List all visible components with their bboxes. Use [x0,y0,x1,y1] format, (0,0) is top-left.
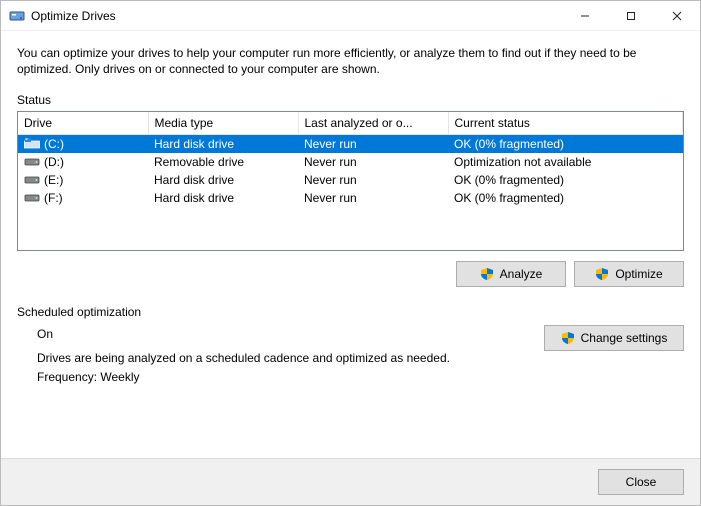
change-settings-button[interactable]: Change settings [544,325,684,351]
content-area: You can optimize your drives to help you… [1,31,700,458]
close-window-button[interactable] [654,1,700,31]
drive-status: Optimization not available [448,153,683,171]
drive-status: OK (0% fragmented) [448,189,683,207]
drive-status: OK (0% fragmented) [448,171,683,189]
minimize-button[interactable] [562,1,608,31]
table-row[interactable]: (C:) Hard disk driveNever runOK (0% fragm… [18,135,683,154]
drive-last-analyzed: Never run [298,153,448,171]
drive-media: Hard disk drive [148,171,298,189]
table-row[interactable]: (D:) Removable driveNever runOptimization… [18,153,683,171]
drive-name: (D:) [44,155,64,169]
app-drive-icon [9,8,25,24]
drive-last-analyzed: Never run [298,171,448,189]
shield-icon [480,267,494,281]
drive-last-analyzed: Never run [298,135,448,154]
shield-icon [595,267,609,281]
optimize-button-label: Optimize [615,267,662,281]
scheduled-optimization-label: Scheduled optimization [17,305,684,319]
schedule-description: Drives are being analyzed on a scheduled… [37,349,528,368]
schedule-frequency: Frequency: Weekly [37,368,528,387]
drive-name: (E:) [44,173,63,187]
optimize-button[interactable]: Optimize [574,261,684,287]
status-label: Status [17,93,684,107]
description-text: You can optimize your drives to help you… [17,45,684,77]
schedule-state: On [37,325,528,344]
column-header-last[interactable]: Last analyzed or o... [298,112,448,135]
column-header-status[interactable]: Current status [448,112,683,135]
shield-icon [561,331,575,345]
footer-bar: Close [1,458,700,505]
drive-last-analyzed: Never run [298,189,448,207]
drive-name: (F:) [44,191,63,205]
analyze-optimize-row: Analyze Optimize [17,261,684,287]
drive-name: (C:) [44,137,64,151]
drive-media: Removable drive [148,153,298,171]
analyze-button[interactable]: Analyze [456,261,566,287]
drive-icon [24,156,40,168]
titlebar: Optimize Drives [1,1,700,31]
drives-table-container: Drive Media type Last analyzed or o... C… [17,111,684,251]
drive-icon [24,174,40,186]
close-button-label: Close [626,475,657,489]
drive-status: OK (0% fragmented) [448,135,683,154]
drive-icon [24,138,40,150]
close-button[interactable]: Close [598,469,684,495]
drives-table: Drive Media type Last analyzed or o... C… [18,112,683,207]
drive-icon [24,192,40,204]
table-row[interactable]: (F:) Hard disk driveNever runOK (0% fragm… [18,189,683,207]
change-settings-label: Change settings [581,331,668,345]
window-title: Optimize Drives [31,9,116,23]
analyze-button-label: Analyze [500,267,543,281]
scheduled-optimization-section: Scheduled optimization On Drives are bei… [17,305,684,387]
column-header-media[interactable]: Media type [148,112,298,135]
maximize-button[interactable] [608,1,654,31]
table-row[interactable]: (E:) Hard disk driveNever runOK (0% fragm… [18,171,683,189]
drive-media: Hard disk drive [148,135,298,154]
column-header-drive[interactable]: Drive [18,112,148,135]
drive-media: Hard disk drive [148,189,298,207]
